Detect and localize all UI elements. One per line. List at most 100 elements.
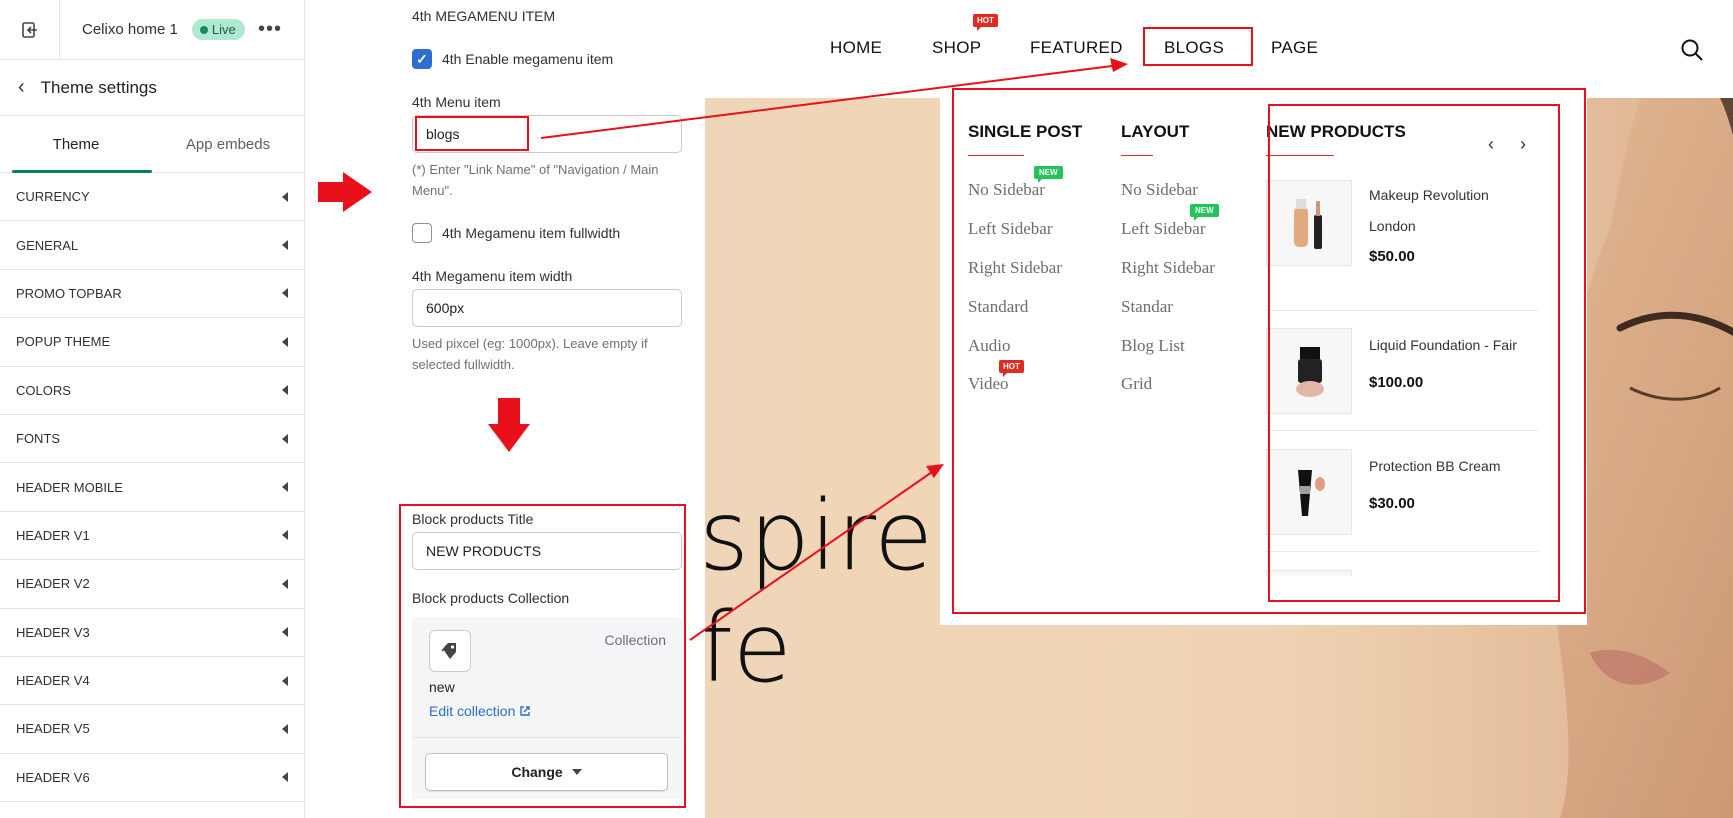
- section-header-mobile[interactable]: HEADER MOBILE: [0, 463, 304, 512]
- megamenu-link[interactable]: Blog List: [1121, 336, 1185, 356]
- megamenu-link[interactable]: No Sidebar: [968, 180, 1045, 200]
- new-products-heading: NEW PRODUCTS: [1266, 122, 1406, 141]
- section-label: HEADER V4: [16, 673, 90, 689]
- tab-theme[interactable]: Theme: [0, 116, 152, 173]
- back-to-theme-settings[interactable]: ‹ Theme settings: [0, 60, 304, 116]
- expand-arrow-icon: [282, 336, 288, 347]
- product-image[interactable]: [1266, 449, 1352, 535]
- exit-icon: [21, 21, 37, 38]
- section-label: HEADER V1: [16, 527, 90, 543]
- section-promo-topbar[interactable]: PROMO TOPBAR: [0, 270, 304, 319]
- megamenu-link[interactable]: Left Sidebar: [1121, 219, 1206, 239]
- nav-blogs[interactable]: BLOGS: [1164, 38, 1224, 58]
- section-label: HEADER V5: [16, 721, 90, 737]
- edit-collection-link[interactable]: Edit collection: [429, 703, 531, 719]
- expand-arrow-icon: [282, 288, 288, 299]
- exit-button[interactable]: [0, 0, 60, 60]
- section-label: FONTS: [16, 431, 61, 447]
- theme-editor-sidebar: Celixo home 1 Live ••• ‹ Theme settings …: [0, 0, 305, 818]
- expand-arrow-icon: [282, 433, 288, 444]
- carousel-next-button[interactable]: ›: [1520, 134, 1526, 155]
- shop-hot-badge: HOT: [973, 14, 998, 31]
- status-dot-icon: [199, 25, 208, 34]
- section-label: PROMO TOPBAR: [16, 285, 122, 301]
- section-header-v2[interactable]: HEADER V2: [0, 560, 304, 609]
- heading-underline: [1266, 155, 1334, 156]
- single-post-heading: SINGLE POST: [968, 122, 1083, 141]
- live-badge-label: Live: [211, 22, 236, 37]
- storefront-preview: spired fe HOME SHOP HOT FEATURED BLOGS P…: [705, 0, 1733, 818]
- menu-item-help: (*) Enter "Link Name" of "Navigation / M…: [412, 162, 659, 198]
- expand-arrow-icon: [282, 191, 288, 202]
- megamenu-link[interactable]: Video: [968, 374, 1009, 394]
- section-label: POPUP THEME: [16, 334, 111, 350]
- megamenu-link[interactable]: Standar: [1121, 297, 1173, 317]
- sidebar-topbar: Celixo home 1 Live •••: [0, 0, 304, 60]
- section-label: HEADER V6: [16, 769, 90, 785]
- arrow-right-icon: [318, 172, 372, 212]
- width-input[interactable]: 600px: [412, 289, 682, 327]
- menu-item-input[interactable]: blogs: [412, 115, 682, 153]
- product-name[interactable]: Liquid Foundation - Fair: [1369, 330, 1529, 361]
- product-price: $50.00: [1369, 248, 1415, 265]
- megamenu-settings-panel: 4th MEGAMENU ITEM ✓ 4th Enable megamenu …: [400, 0, 700, 818]
- section-label: CURRENCY: [16, 189, 90, 205]
- section-label: COLORS: [16, 382, 71, 398]
- live-status-badge: Live: [191, 19, 245, 40]
- expand-arrow-icon: [282, 578, 288, 589]
- caret-down-icon: [571, 769, 582, 775]
- section-popup-theme[interactable]: POPUP THEME: [0, 318, 304, 367]
- collection-tag-icon: [429, 630, 471, 672]
- settings-section-list: CURRENCY GENERAL PROMO TOPBAR POPUP THEM…: [0, 173, 304, 803]
- block-collection-label: Block products Collection: [412, 590, 570, 606]
- width-help: Used pixcel (eg: 1000px). Leave empty if…: [412, 336, 648, 372]
- nav-featured[interactable]: FEATURED: [1030, 38, 1123, 58]
- fullwidth-checkbox[interactable]: [412, 223, 432, 243]
- megamenu-link[interactable]: No Sidebar: [1121, 180, 1198, 200]
- product-image-partial: [1266, 570, 1352, 576]
- megamenu-link[interactable]: Left Sidebar: [968, 219, 1053, 239]
- product-image[interactable]: [1266, 328, 1352, 414]
- megamenu-link[interactable]: Audio: [968, 336, 1011, 356]
- change-collection-button[interactable]: Change: [425, 753, 668, 791]
- sidebar-tabs: Theme App embeds: [0, 116, 304, 173]
- section-header-v5[interactable]: HEADER V5: [0, 705, 304, 754]
- product-price: $100.00: [1369, 374, 1424, 391]
- section-header-v3[interactable]: HEADER V3: [0, 609, 304, 657]
- section-header-v4[interactable]: HEADER V4: [0, 657, 304, 706]
- carousel-prev-button[interactable]: ‹: [1488, 134, 1494, 155]
- product-divider: [1266, 551, 1538, 552]
- section-general[interactable]: GENERAL: [0, 221, 304, 270]
- product-name[interactable]: Makeup Revolution London: [1369, 180, 1529, 242]
- expand-arrow-icon: [282, 675, 288, 686]
- megamenu-link[interactable]: Right Sidebar: [1121, 258, 1215, 278]
- nav-home[interactable]: HOME: [830, 38, 882, 58]
- section-header-v1[interactable]: HEADER V1: [0, 512, 304, 561]
- store-name: Celixo home 1: [82, 21, 178, 38]
- enable-megamenu-label: 4th Enable megamenu item: [442, 51, 614, 67]
- section-header-v6[interactable]: HEADER V6: [0, 754, 304, 803]
- section-label: HEADER MOBILE: [16, 479, 123, 495]
- section-colors[interactable]: COLORS: [0, 367, 304, 415]
- nav-page[interactable]: PAGE: [1271, 38, 1318, 58]
- block-title-input[interactable]: NEW PRODUCTS: [412, 532, 682, 570]
- section-title: 4th MEGAMENU ITEM: [412, 8, 556, 24]
- section-fonts[interactable]: FONTS: [0, 415, 304, 464]
- expand-arrow-icon: [282, 530, 288, 541]
- expand-arrow-icon: [282, 627, 288, 638]
- more-actions-button[interactable]: •••: [258, 18, 282, 41]
- nav-shop[interactable]: SHOP: [932, 38, 981, 58]
- product-name[interactable]: Protection BB Cream: [1369, 451, 1529, 482]
- expand-arrow-icon: [282, 385, 288, 396]
- product-image[interactable]: [1266, 180, 1352, 266]
- expand-arrow-icon: [282, 772, 288, 783]
- enable-megamenu-checkbox[interactable]: ✓: [412, 49, 432, 69]
- expand-arrow-icon: [282, 723, 288, 734]
- expand-arrow-icon: [282, 240, 288, 251]
- megamenu-link[interactable]: Standard: [968, 297, 1028, 317]
- section-currency[interactable]: CURRENCY: [0, 173, 304, 222]
- search-icon[interactable]: [1680, 38, 1704, 62]
- tab-app-embeds[interactable]: App embeds: [152, 116, 304, 172]
- megamenu-link[interactable]: Right Sidebar: [968, 258, 1062, 278]
- megamenu-link[interactable]: Grid: [1121, 374, 1152, 394]
